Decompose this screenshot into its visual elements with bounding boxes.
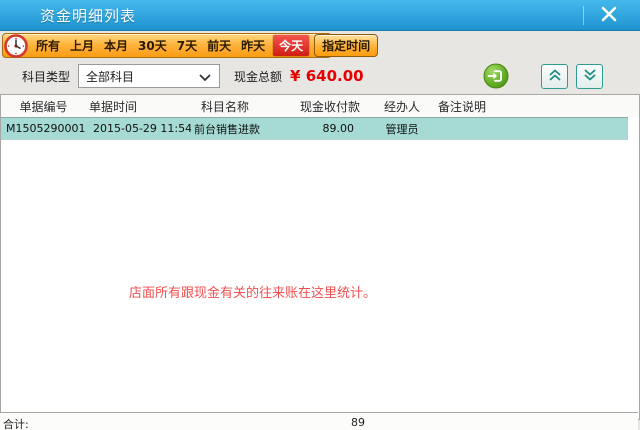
col-header-account[interactable]: 科目名称 [191, 98, 296, 115]
action-icons [483, 63, 603, 89]
filter-30-days[interactable]: 30天 [133, 35, 172, 56]
table-row-selected[interactable]: M1505290001 2015-05-29 11:54:06 前台销售进款 8… [1, 117, 628, 140]
cell-doc-time: 2015-05-29 11:54:06 [86, 122, 191, 135]
footer-totals-bar: 合计: 89 [0, 412, 638, 430]
col-header-doc-no[interactable]: 单据编号 [1, 98, 86, 115]
filter-custom-range-button[interactable]: 指定时间 [314, 34, 378, 57]
filter-day-before-yesterday[interactable]: 前天 [202, 35, 236, 56]
category-label: 科目类型 [22, 68, 70, 85]
cash-total-label: 现金总额 [234, 68, 282, 85]
col-header-remarks[interactable]: 备注说明 [438, 98, 639, 115]
col-header-doc-time[interactable]: 单据时间 [86, 98, 191, 115]
table-header-row: 单据编号 单据时间 科目名称 现金收付款 经办人 备注说明 [1, 95, 639, 117]
filter-yesterday[interactable]: 昨天 [236, 35, 270, 56]
scroll-to-bottom-button[interactable] [576, 64, 603, 89]
fund-detail-window: 资金明细列表 所有 上月 本月 30天 7天 前天 昨天 今天 指定时间 [0, 0, 640, 430]
filter-7-days[interactable]: 7天 [172, 35, 202, 56]
filter-bar: 科目类型 全部科目 现金总额 ¥ 640.00 [0, 58, 640, 94]
titlebar-divider [583, 6, 584, 25]
title-bar: 资金明细列表 [0, 0, 640, 31]
close-icon [600, 5, 618, 27]
cell-operator: 管理员 [366, 121, 438, 137]
close-button[interactable] [592, 4, 626, 28]
double-chevron-down-icon [583, 67, 597, 86]
refresh-import-icon[interactable] [483, 63, 509, 89]
double-chevron-up-icon [548, 67, 562, 86]
footer-total-label: 合计: [3, 416, 29, 430]
filter-today-active[interactable]: 今天 [273, 35, 309, 56]
cell-doc-no: M1505290001 [1, 122, 86, 135]
filter-last-month[interactable]: 上月 [65, 35, 99, 56]
filter-this-month[interactable]: 本月 [99, 35, 133, 56]
transaction-table: 单据编号 单据时间 科目名称 现金收付款 经办人 备注说明 M150529000… [0, 94, 640, 420]
category-select[interactable]: 全部科目 [78, 64, 220, 88]
col-header-amount[interactable]: 现金收付款 [296, 98, 366, 115]
filter-all[interactable]: 所有 [31, 35, 65, 56]
date-filter-toolbar: 所有 上月 本月 30天 7天 前天 昨天 今天 指定时间 [2, 33, 332, 58]
page-title: 资金明细列表 [40, 5, 136, 26]
scroll-to-top-button[interactable] [541, 64, 568, 89]
hint-text: 店面所有跟现金有关的往来账在这里统计。 [129, 282, 376, 301]
chevron-down-icon [199, 67, 211, 86]
footer-total-value: 89 [351, 416, 365, 429]
clock-icon [4, 34, 28, 58]
cell-account: 前台销售进款 [191, 121, 296, 137]
col-header-operator[interactable]: 经办人 [366, 98, 438, 115]
cell-amount: 89.00 [296, 122, 366, 135]
cash-total-amount: ¥ 640.00 [290, 67, 364, 85]
category-select-value: 全部科目 [86, 68, 134, 85]
